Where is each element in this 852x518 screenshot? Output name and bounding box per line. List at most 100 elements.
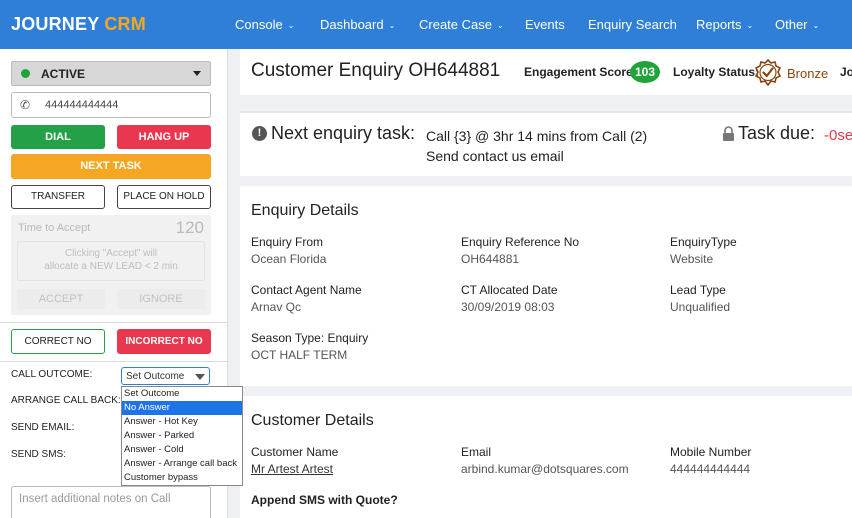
ct-allocated-date-value: 30/09/2019 08:03	[461, 300, 555, 314]
call-outcome-selected: Set Outcome	[126, 371, 185, 382]
outcome-option[interactable]: Answer - Cold	[122, 443, 242, 457]
time-to-accept-countdown: 120	[175, 218, 204, 237]
nav-reports[interactable]: Reports ⌄	[696, 17, 753, 32]
enquiry-from-label: Enquiry From	[251, 235, 324, 249]
call-outcome-select[interactable]: Set Outcome	[121, 367, 210, 385]
header-truncated-text: Jo	[840, 65, 852, 79]
nav-events-label: Events	[525, 17, 565, 32]
bronze-medal-icon	[754, 59, 782, 87]
transfer-button[interactable]: TRANSFER	[11, 185, 105, 209]
accept-info-box: Clicking "Accept" will allocate a NEW LE…	[17, 241, 205, 281]
nav-console-label: Console	[235, 17, 283, 32]
hang-up-button[interactable]: HANG UP	[117, 125, 211, 149]
contact-agent-value: Arnav Qc	[251, 300, 302, 314]
nav-dashboard-label: Dashboard	[320, 17, 384, 32]
customer-details-card: Customer Details Customer Name Mr Artest…	[240, 396, 852, 518]
engagement-score-label: Engagement Score:	[524, 65, 637, 79]
task-due-label: Task due:	[738, 123, 816, 143]
outcome-option[interactable]: Customer bypass	[122, 471, 242, 485]
accept-lead-panel: Time to Accept 120 Clicking "Accept" wil…	[11, 215, 211, 315]
mobile-number-value: 444444444444	[670, 462, 751, 476]
call-outcome-dropdown: Set Outcome No Answer Answer - Hot Key A…	[121, 386, 243, 486]
phone-number-value: 444444444444	[45, 99, 119, 111]
outcome-option[interactable]: Answer - Parked	[122, 429, 242, 443]
mobile-number-label: Mobile Number	[670, 445, 752, 459]
task-due-value: -0se	[824, 127, 852, 144]
enquiry-from-value: Ocean Florida	[251, 252, 327, 266]
send-email-label: SEND EMAIL:	[11, 422, 75, 433]
append-sms-label: Append SMS with Quote?	[251, 493, 398, 507]
customer-name-link[interactable]: Mr Artest Artest	[251, 462, 333, 476]
next-task-card: ! Next enquiry task: Call {3} @ 3hr 14 m…	[240, 111, 852, 176]
outcome-option[interactable]: Set Outcome	[122, 387, 242, 401]
agent-status-text: ACTIVE	[41, 67, 86, 81]
chevron-down-icon: ⌄	[812, 21, 820, 30]
ct-allocated-date-label: CT Allocated Date	[461, 283, 558, 297]
engagement-score-badge: 103	[630, 61, 660, 83]
incorrect-number-button[interactable]: INCORRECT NO	[117, 329, 211, 354]
customer-details-title: Customer Details	[251, 412, 374, 429]
nav-enquiry-search[interactable]: Enquiry Search	[588, 17, 677, 32]
email-label: Email	[461, 445, 492, 459]
enquiry-details-title: Enquiry Details	[251, 202, 359, 219]
accept-info-line1: Clicking "Accept" will	[64, 248, 158, 259]
ignore-button[interactable]: IGNORE	[117, 289, 205, 309]
divider	[0, 361, 228, 362]
correct-number-button[interactable]: CORRECT NO	[11, 329, 105, 354]
nav-console[interactable]: Console ⌄	[235, 17, 294, 32]
loyalty-status-label: Loyalty Status:	[673, 65, 760, 79]
chevron-down-icon: ⌄	[388, 21, 396, 30]
next-task-button[interactable]: NEXT TASK	[11, 154, 211, 179]
alert-icon: !	[252, 126, 267, 141]
season-type-label: Season Type: Enquiry	[251, 331, 369, 345]
phone-icon: ✆	[20, 98, 31, 112]
call-notes-placeholder: Insert additional notes on Call	[19, 493, 171, 505]
caret-down-icon	[193, 71, 201, 76]
outcome-option[interactable]: Answer - Hot Key	[122, 415, 242, 429]
enquiry-details-card: Enquiry Details Enquiry From Ocean Flori…	[240, 186, 852, 386]
page-title: Customer Enquiry OH644881	[251, 60, 501, 81]
lock-icon	[723, 126, 734, 141]
nav-enquiry-search-label: Enquiry Search	[588, 17, 677, 32]
dial-button[interactable]: DIAL	[11, 125, 105, 149]
accept-button[interactable]: ACCEPT	[17, 289, 105, 309]
enquiry-header: Customer Enquiry OH644881 Engagement Sco…	[240, 49, 852, 95]
contact-agent-label: Contact Agent Name	[251, 283, 362, 297]
send-sms-label: SEND SMS:	[11, 449, 67, 460]
season-type-value: OCT HALF TERM	[251, 348, 348, 362]
enquiry-reference-value: OH644881	[461, 252, 520, 266]
email-value: arbind.kumar@dotsquares.com	[461, 462, 629, 476]
brand-logo[interactable]: JOURNEY CRM	[11, 14, 146, 35]
brand-name: JOURNEY	[11, 14, 100, 34]
call-sidebar: ACTIVE ✆ 444444444444 DIAL HANG UP NEXT …	[0, 49, 243, 518]
outcome-option-highlighted[interactable]: No Answer	[122, 401, 242, 415]
lead-type-value: Unqualified	[670, 300, 731, 314]
phone-number-field[interactable]: ✆ 444444444444	[11, 92, 211, 118]
main-content: Customer Enquiry OH644881 Engagement Sco…	[228, 49, 852, 518]
nav-other-label: Other	[775, 17, 808, 32]
nav-create-case[interactable]: Create Case ⌄	[419, 17, 504, 32]
brand-suffix: CRM	[104, 14, 146, 34]
arrange-call-back-label: ARRANGE CALL BACK:	[11, 395, 121, 406]
status-dot-icon	[21, 69, 30, 78]
enquiry-type-value: Website	[670, 252, 714, 266]
next-task-heading: Next enquiry task:	[271, 123, 416, 143]
place-on-hold-button[interactable]: PLACE ON HOLD	[117, 185, 211, 209]
nav-create-case-label: Create Case	[419, 17, 492, 32]
chevron-down-icon: ⌄	[746, 21, 754, 30]
lead-type-label: Lead Type	[670, 283, 726, 297]
call-outcome-label: CALL OUTCOME:	[11, 369, 93, 380]
nav-events[interactable]: Events	[525, 17, 565, 32]
next-task-line2: Send contact us email	[426, 148, 564, 164]
nav-dashboard[interactable]: Dashboard ⌄	[320, 17, 395, 32]
customer-name-label: Customer Name	[251, 445, 339, 459]
enquiry-reference-label: Enquiry Reference No	[461, 235, 580, 249]
nav-reports-label: Reports	[696, 17, 742, 32]
call-notes-textarea[interactable]: Insert additional notes on Call	[11, 486, 211, 518]
next-task-line1: Call {3} @ 3hr 14 mins from Call (2)	[426, 128, 648, 144]
agent-status-select[interactable]: ACTIVE	[11, 61, 211, 86]
chevron-down-icon: ⌄	[287, 21, 295, 30]
nav-other[interactable]: Other ⌄	[775, 17, 819, 32]
outcome-option[interactable]: Answer - Arrange call back	[122, 457, 242, 471]
accept-info-line2: allocate a NEW LEAD < 2 min	[44, 261, 178, 272]
